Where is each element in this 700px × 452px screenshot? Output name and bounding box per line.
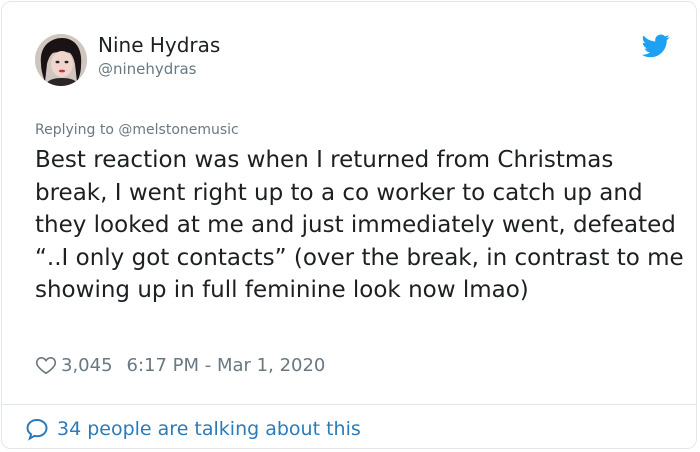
avatar[interactable] — [35, 34, 87, 86]
conversation-link[interactable]: 34 people are talking about this — [25, 416, 361, 442]
tweet-meta: 3,045 6:17 PM - Mar 1, 2020 — [35, 352, 325, 378]
twitter-bird-icon[interactable] — [642, 34, 670, 58]
user-handle[interactable]: @ninehydras — [98, 60, 197, 78]
conversation-text: 34 people are talking about this — [57, 418, 361, 440]
reply-mention-link[interactable]: @melstonemusic — [118, 122, 238, 138]
replying-prefix: Replying to — [35, 122, 119, 138]
like-count[interactable]: 3,045 — [61, 355, 113, 376]
replying-to: Replying to @melstonemusic — [35, 122, 239, 138]
profile-photo — [35, 34, 87, 86]
heart-icon[interactable] — [35, 354, 57, 376]
divider — [2, 404, 696, 405]
display-name[interactable]: Nine Hydras — [98, 33, 220, 57]
tweet-card: Nine Hydras @ninehydras Replying to @mel… — [1, 1, 697, 449]
timestamp-link[interactable]: 6:17 PM - Mar 1, 2020 — [127, 355, 326, 376]
speech-bubble-icon — [26, 418, 48, 441]
tweet-text: Best reaction was when I returned from C… — [35, 147, 684, 304]
